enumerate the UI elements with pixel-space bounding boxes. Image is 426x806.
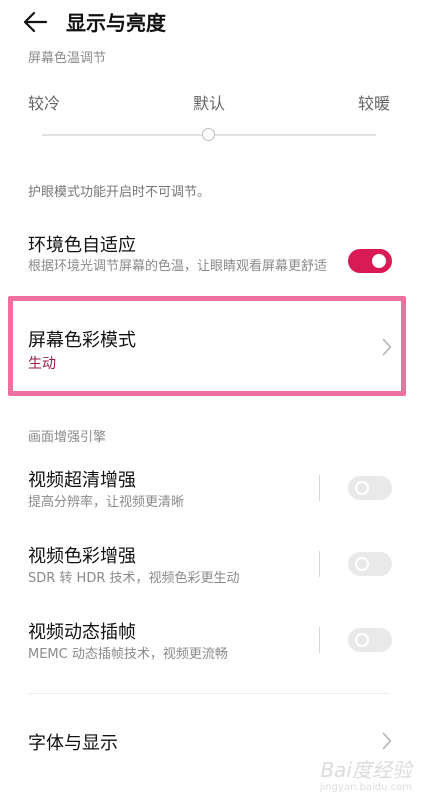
section-label-color-temp: 屏幕色温调节 — [28, 51, 107, 66]
baidu-watermark: Bai度经验 jingyan.baidu.com — [294, 754, 412, 798]
engine-item-title: 视频超清增强 — [28, 470, 136, 491]
watermark-sub: jingyan.baidu.com — [319, 782, 412, 793]
memc-toggle[interactable] — [348, 628, 392, 652]
back-arrow-icon[interactable] — [22, 10, 48, 34]
ambient-color-title: 环境色自适应 — [28, 235, 136, 256]
page-title: 显示与亮度 — [66, 11, 166, 35]
top-bar: 显示与亮度 — [0, 0, 426, 46]
engine-item-color-enhance[interactable]: 视频色彩增强 SDR 转 HDR 技术，视频色彩更生动 — [0, 534, 426, 600]
engine-item-subtitle: 提高分辨率，让视频更清晰 — [28, 495, 185, 510]
divider — [319, 627, 320, 653]
toggle-knob — [355, 633, 369, 647]
section-label-engine: 画面增强引擎 — [28, 430, 107, 445]
section-divider — [28, 693, 390, 694]
temp-label-warm: 较暖 — [358, 94, 391, 113]
color-enhance-toggle[interactable] — [348, 552, 392, 576]
toggle-knob — [355, 557, 369, 571]
toggle-knob — [355, 481, 369, 495]
highlight-box — [8, 296, 406, 396]
watermark-text: Bai度经验 — [320, 758, 412, 782]
color-temp-slider-thumb[interactable] — [202, 128, 215, 141]
engine-item-memc[interactable]: 视频动态插帧 MEMC 动态插帧技术，视频更流畅 — [0, 610, 426, 676]
super-resolution-toggle[interactable] — [348, 476, 392, 500]
ambient-color-subtitle: 根据环境光调节屏幕的色温，让眼睛观看屏幕更舒适 — [28, 259, 328, 274]
engine-item-subtitle: MEMC 动态插帧技术，视频更流畅 — [28, 647, 228, 662]
toggle-knob — [372, 254, 386, 268]
ambient-color-row[interactable]: 环境色自适应 根据环境光调节屏幕的色温，让眼睛观看屏幕更舒适 — [0, 222, 426, 298]
ambient-color-toggle[interactable] — [348, 249, 392, 273]
temp-label-cold: 较冷 — [28, 94, 61, 113]
engine-item-subtitle: SDR 转 HDR 技术，视频色彩更生动 — [28, 571, 240, 586]
eye-care-note: 护眼模式功能开启时不可调节。 — [28, 185, 211, 200]
divider — [319, 475, 320, 501]
divider — [319, 551, 320, 577]
temp-label-default: 默认 — [193, 94, 226, 113]
engine-item-super-resolution[interactable]: 视频超清增强 提高分辨率，让视频更清晰 — [0, 458, 426, 524]
chevron-right-icon — [382, 732, 392, 750]
engine-item-title: 视频动态插帧 — [28, 622, 136, 643]
font-display-title: 字体与显示 — [28, 733, 118, 754]
engine-item-title: 视频色彩增强 — [28, 546, 136, 567]
